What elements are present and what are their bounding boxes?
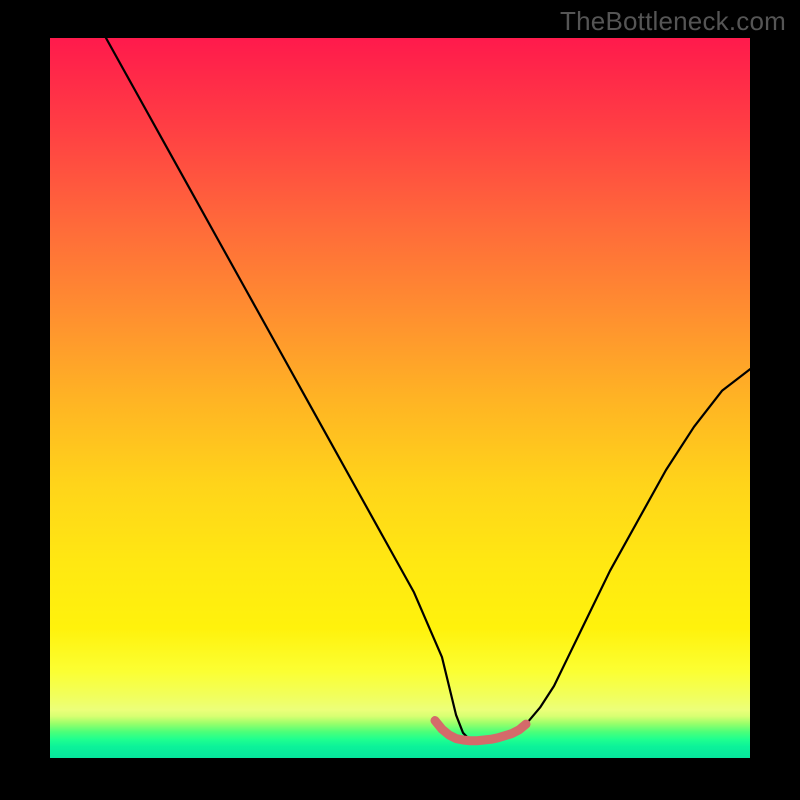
black-curve	[106, 38, 750, 740]
valley-highlight	[435, 721, 526, 741]
plot-area	[50, 38, 750, 758]
chart-frame: TheBottleneck.com	[0, 0, 800, 800]
watermark-text: TheBottleneck.com	[560, 6, 786, 37]
curve-layer	[50, 38, 750, 758]
